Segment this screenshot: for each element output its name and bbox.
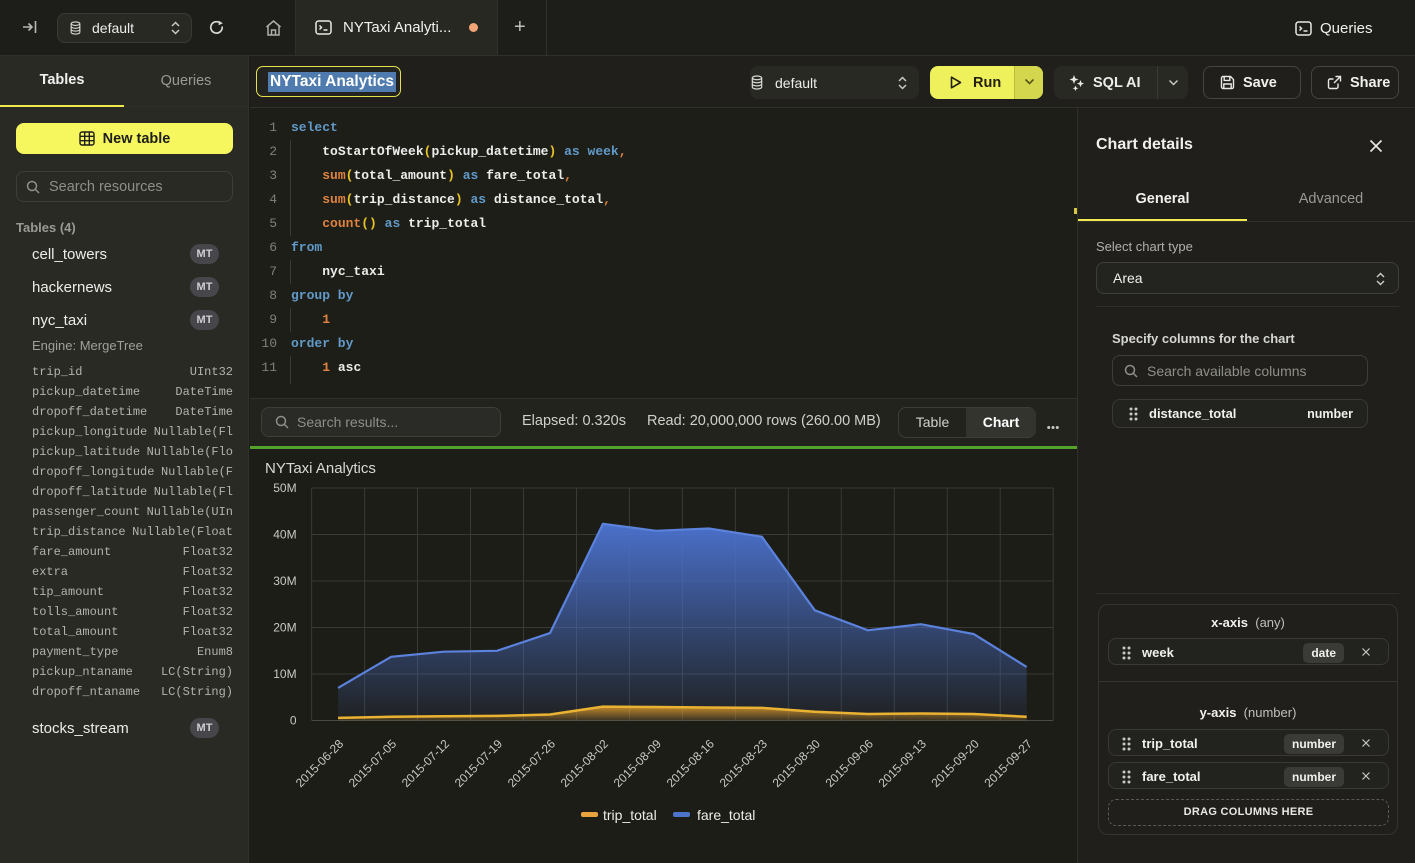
svg-text:trip_total: trip_total [603,807,657,823]
svg-text:2015-07-05: 2015-07-05 [346,736,400,790]
svg-text:40M: 40M [273,528,296,542]
svg-text:0: 0 [290,714,297,728]
svg-text:20M: 20M [273,621,296,635]
svg-text:2015-07-19: 2015-07-19 [452,736,506,790]
svg-text:2015-08-02: 2015-08-02 [558,736,612,790]
svg-text:2015-07-26: 2015-07-26 [505,736,559,790]
svg-text:fare_total: fare_total [697,807,755,823]
svg-text:30M: 30M [273,574,296,588]
svg-text:2015-06-28: 2015-06-28 [293,736,347,790]
svg-text:2015-09-27: 2015-09-27 [982,736,1036,790]
svg-text:2015-09-06: 2015-09-06 [823,736,877,790]
svg-text:2015-07-12: 2015-07-12 [399,736,453,790]
svg-text:50M: 50M [273,481,296,495]
svg-text:2015-08-30: 2015-08-30 [770,736,824,790]
svg-text:2015-08-23: 2015-08-23 [717,736,771,790]
svg-text:2015-08-16: 2015-08-16 [664,736,718,790]
svg-text:2015-08-09: 2015-08-09 [611,736,665,790]
svg-text:10M: 10M [273,667,296,681]
svg-text:2015-09-13: 2015-09-13 [876,736,930,790]
svg-text:2015-09-20: 2015-09-20 [929,736,983,790]
